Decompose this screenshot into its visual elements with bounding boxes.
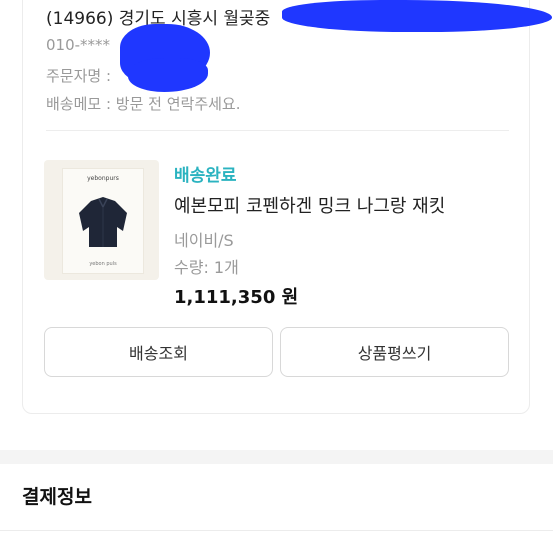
jacket-image: [79, 197, 127, 247]
payment-divider: [0, 530, 553, 531]
orderer-name: 주문자명 :: [46, 67, 112, 85]
product-price: 1,111,350 원: [174, 287, 299, 308]
thumbnail-frame: yebonpurs yebon puls: [62, 168, 144, 274]
phone-number: 010-****: [46, 36, 111, 54]
thumbnail-caption: yebon puls: [89, 261, 117, 267]
track-delivery-button[interactable]: 배송조회: [44, 327, 273, 377]
product-option: 네이비/S: [174, 231, 234, 250]
section-divider: [46, 130, 509, 131]
delivery-memo: 배송메모 : 방문 전 연락주세요.: [46, 95, 241, 113]
product-name[interactable]: 예본모피 코펜하겐 밍크 나그랑 재킷: [174, 192, 445, 218]
delivery-status: 배송완료: [174, 166, 237, 186]
redaction-mark: [282, 0, 552, 32]
section-separator: [0, 450, 553, 464]
product-quantity: 수량: 1개: [174, 258, 239, 277]
payment-info-title: 결제정보: [22, 486, 92, 508]
product-thumbnail[interactable]: yebonpurs yebon puls: [44, 160, 159, 280]
write-review-button[interactable]: 상품평쓰기: [280, 327, 509, 377]
